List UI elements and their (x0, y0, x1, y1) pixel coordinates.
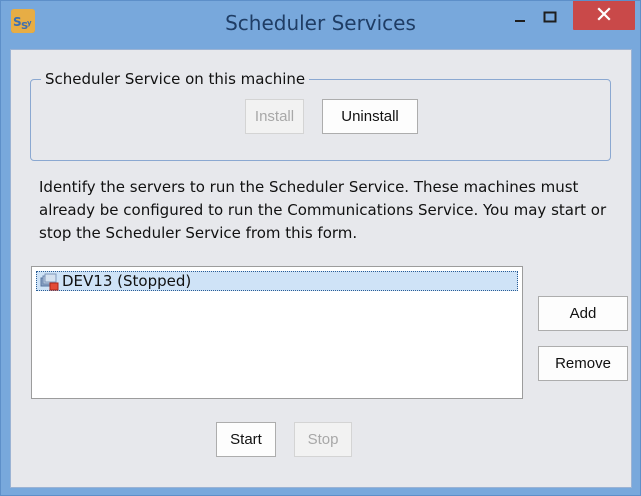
stop-button[interactable]: Stop (294, 422, 352, 457)
instruction-text: Identify the servers to run the Schedule… (39, 178, 607, 242)
scheduler-services-window: S S y Scheduler Services Scheduler Servi… (0, 0, 641, 496)
maximize-icon (543, 8, 557, 27)
close-button[interactable] (573, 1, 635, 30)
server-stopped-icon (39, 273, 59, 291)
scheduler-service-groupbox: Scheduler Service on this machine Instal… (30, 70, 611, 161)
start-button[interactable]: Start (216, 422, 276, 457)
add-server-button[interactable]: Add (538, 296, 628, 331)
server-listbox[interactable]: DEV13 (Stopped) (31, 266, 523, 399)
remove-server-button[interactable]: Remove (538, 346, 628, 381)
window-title: Scheduler Services (225, 11, 416, 35)
scheduler-app-icon: S S y (11, 9, 35, 33)
title-bar[interactable]: S S y Scheduler Services (1, 1, 640, 49)
server-list-item-label: DEV13 (Stopped) (62, 272, 192, 290)
minimize-button[interactable] (507, 1, 533, 33)
maximize-button[interactable] (536, 1, 564, 33)
dialog-content: Scheduler Service on this machine Instal… (10, 49, 632, 488)
server-list-item[interactable]: DEV13 (Stopped) (36, 271, 518, 291)
uninstall-button[interactable]: Uninstall (322, 99, 418, 134)
scheduler-service-group-label: Scheduler Service on this machine (41, 70, 310, 88)
svg-text:y: y (27, 19, 32, 27)
install-button[interactable]: Install (245, 99, 304, 134)
close-icon (596, 6, 612, 26)
minimize-icon (514, 8, 526, 27)
